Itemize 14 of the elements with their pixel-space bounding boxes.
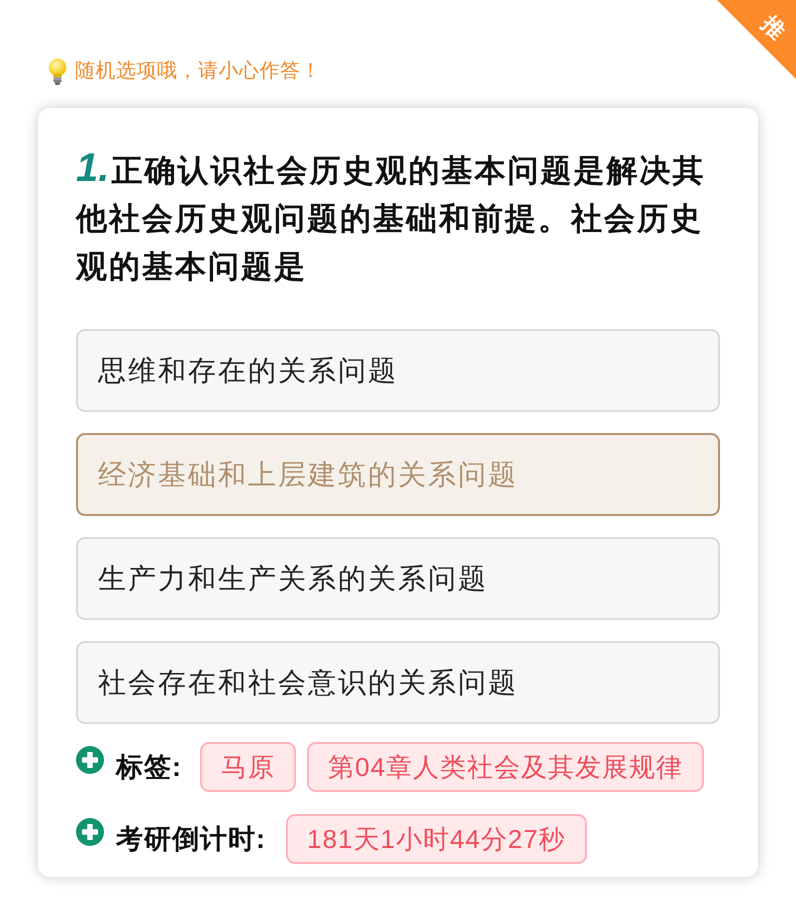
- tags-label: 标签:: [116, 750, 182, 784]
- hint-text: 随机选项哦，请小心作答！: [75, 59, 321, 84]
- plus-icon: [76, 746, 104, 774]
- answer-option[interactable]: 思维和存在的关系问题: [76, 329, 720, 412]
- lightbulb-icon: [48, 58, 67, 84]
- ribbon-label: 推: [756, 10, 791, 46]
- tag-chip: 第04章人类社会及其发展规律: [307, 742, 704, 792]
- plus-icon: [76, 818, 104, 846]
- answer-option[interactable]: 社会存在和社会意识的关系问题: [76, 641, 720, 724]
- answer-option[interactable]: 生产力和生产关系的关系问题: [76, 537, 720, 620]
- countdown-value: 181天1小时44分27秒: [286, 814, 587, 864]
- tag-chip: 马原: [200, 742, 296, 792]
- question-text: 1.正确认识社会历史观的基本问题是解决其他社会历史观问题的基础和前提。社会历史观的基本问题是: [76, 145, 706, 286]
- countdown-label: 考研倒计时:: [116, 822, 266, 856]
